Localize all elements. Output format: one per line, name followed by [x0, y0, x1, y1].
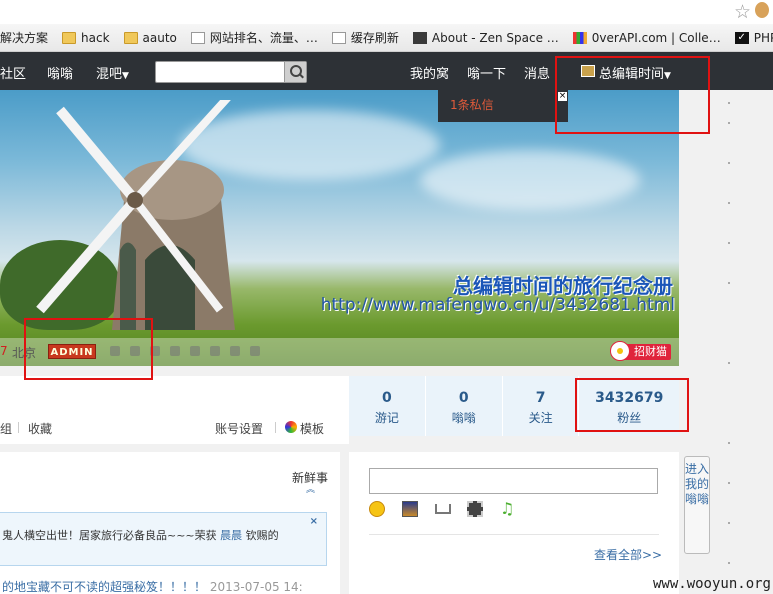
notice-box: 鬼人横空出世！居家旅行必备良品~~~荣获 晨晨 钦赐的 × — [0, 512, 327, 566]
dot-decoration — [728, 242, 730, 244]
feed-item-link[interactable]: 的地宝藏不可不读的超强秘笈！！！！ — [2, 580, 206, 594]
bookmark-item[interactable]: 网站排名、流量、… — [190, 29, 318, 46]
cart-icon[interactable] — [435, 504, 451, 514]
chevron-down-icon: ▼ — [122, 71, 129, 81]
divider — [369, 534, 659, 535]
tab-group[interactable]: 组 — [0, 420, 12, 437]
page-icon — [331, 31, 346, 44]
template-icon — [285, 421, 297, 433]
stat-label: 嗡嗡 — [451, 411, 476, 425]
level-number: 7 — [0, 344, 8, 358]
weng-input[interactable] — [369, 468, 658, 494]
banner-url[interactable]: http://www.mafengwo.cn/u/3432681.html — [321, 295, 675, 315]
page-icon — [190, 31, 205, 44]
stat-label: 游记 — [374, 411, 399, 425]
dot-decoration — [728, 122, 730, 124]
image-icon[interactable] — [402, 501, 418, 517]
chevron-up-icon[interactable]: ︽ — [306, 482, 315, 495]
bookmark-item[interactable]: 0verAPI.com | Colle… — [572, 31, 721, 45]
nav-weng-action[interactable]: 嗡一下 — [467, 63, 506, 82]
nav-my-nest[interactable]: 我的窝 — [410, 63, 449, 82]
bookmarks-bar: 解决方案 hack aauto 网站排名、流量、… 缓存刷新 About - Z… — [0, 24, 773, 52]
search-icon[interactable] — [284, 62, 306, 82]
notice-user-link[interactable]: 晨晨 — [220, 529, 242, 542]
dot-decoration — [728, 522, 730, 524]
see-all-link[interactable]: 查看全部>> — [594, 546, 662, 563]
private-message-link[interactable]: 1条私信 — [450, 96, 494, 113]
nav-messages[interactable]: 消息 — [524, 63, 550, 82]
medal-icon — [210, 346, 220, 356]
account-settings-link[interactable]: 账号设置 — [215, 420, 263, 437]
bookmark-item[interactable]: hack — [62, 31, 110, 45]
tab-favorites[interactable]: 收藏 — [28, 420, 52, 437]
dot-decoration — [728, 442, 730, 444]
highlight-box — [24, 318, 153, 380]
bookmark-item[interactable]: About - Zen Space … — [412, 31, 559, 45]
stat-value: 7 — [535, 390, 546, 406]
feed-item-date: 2013-07-05 14: — [209, 580, 303, 594]
folder-icon — [62, 31, 77, 44]
medal-icon — [190, 346, 200, 356]
close-icon[interactable]: × — [310, 516, 318, 527]
dotted-background — [722, 100, 773, 594]
bookmark-item[interactable]: 解决方案 — [0, 29, 48, 46]
extension-icon[interactable] — [755, 2, 769, 18]
stat-travelogues[interactable]: 0 游记 — [349, 376, 426, 436]
dot-decoration — [728, 282, 730, 284]
nav-weng[interactable]: 嗡嗡 — [47, 63, 73, 82]
highlight-box — [575, 378, 689, 432]
stat-weng[interactable]: 0 嗡嗡 — [425, 376, 503, 436]
dot-decoration — [728, 562, 730, 564]
message-dropdown: 1条私信 × — [438, 90, 568, 122]
bookmark-item[interactable]: 缓存刷新 — [331, 29, 399, 46]
cloud-decoration — [420, 150, 640, 210]
dot-decoration — [728, 162, 730, 164]
tab-separator — [18, 422, 19, 433]
overapi-icon — [572, 31, 587, 44]
tab-separator — [275, 422, 276, 433]
dot-decoration — [728, 362, 730, 364]
windmill-icon — [36, 100, 235, 330]
notice-text: 鬼人横空出世！居家旅行必备良品~~~荣获 晨晨 钦赐的 — [2, 529, 279, 542]
stat-value: 0 — [382, 390, 392, 406]
bookmark-item[interactable]: ✓PHP之道 — [734, 29, 773, 46]
zhaocaimao-button[interactable]: 招财猫 — [610, 341, 671, 361]
medal-icon — [230, 346, 240, 356]
spacer — [0, 444, 679, 452]
check-icon: ✓ — [734, 31, 749, 44]
folder-icon — [123, 31, 138, 44]
music-icon[interactable]: ♫ — [500, 501, 516, 517]
stat-value: 0 — [458, 390, 469, 406]
lucky-cat-icon — [610, 341, 630, 361]
browser-top-bar: ☆ — [0, 0, 773, 24]
medal-icon — [250, 346, 260, 356]
zen-icon — [412, 31, 427, 44]
search-input[interactable] — [155, 61, 307, 83]
stat-label: 关注 — [528, 411, 553, 425]
video-icon[interactable] — [467, 501, 483, 517]
profile-tab-bar: 组 收藏 账号设置 模板 — [0, 376, 349, 444]
news-feed: 新鲜事 ︽ 鬼人横空出世！居家旅行必备良品~~~荣获 晨晨 钦赐的 × 的地宝藏… — [0, 452, 340, 594]
feed-item: 的地宝藏不可不读的超强秘笈！！！！ 2013-07-05 14: — [2, 578, 303, 594]
dot-decoration — [728, 482, 730, 484]
highlight-box — [555, 56, 710, 134]
dot-decoration — [728, 202, 730, 204]
dot-decoration — [728, 102, 730, 104]
emoji-icon[interactable] — [369, 501, 385, 517]
watermark: www.wooyun.org — [652, 576, 771, 592]
template-link[interactable]: 模板 — [300, 420, 324, 437]
medal-icon — [170, 346, 180, 356]
nav-community[interactable]: 社区 — [0, 63, 26, 82]
nav-hunba[interactable]: 混吧▼ — [96, 63, 129, 82]
weng-composer: ♫ 查看全部>> — [349, 452, 679, 594]
enter-my-weng-button[interactable]: 进入我的嗡嗡 — [684, 456, 710, 554]
stat-following[interactable]: 7 关注 — [502, 376, 580, 436]
bookmark-item[interactable]: aauto — [123, 31, 177, 45]
bookmark-star-icon[interactable]: ☆ — [734, 1, 751, 23]
